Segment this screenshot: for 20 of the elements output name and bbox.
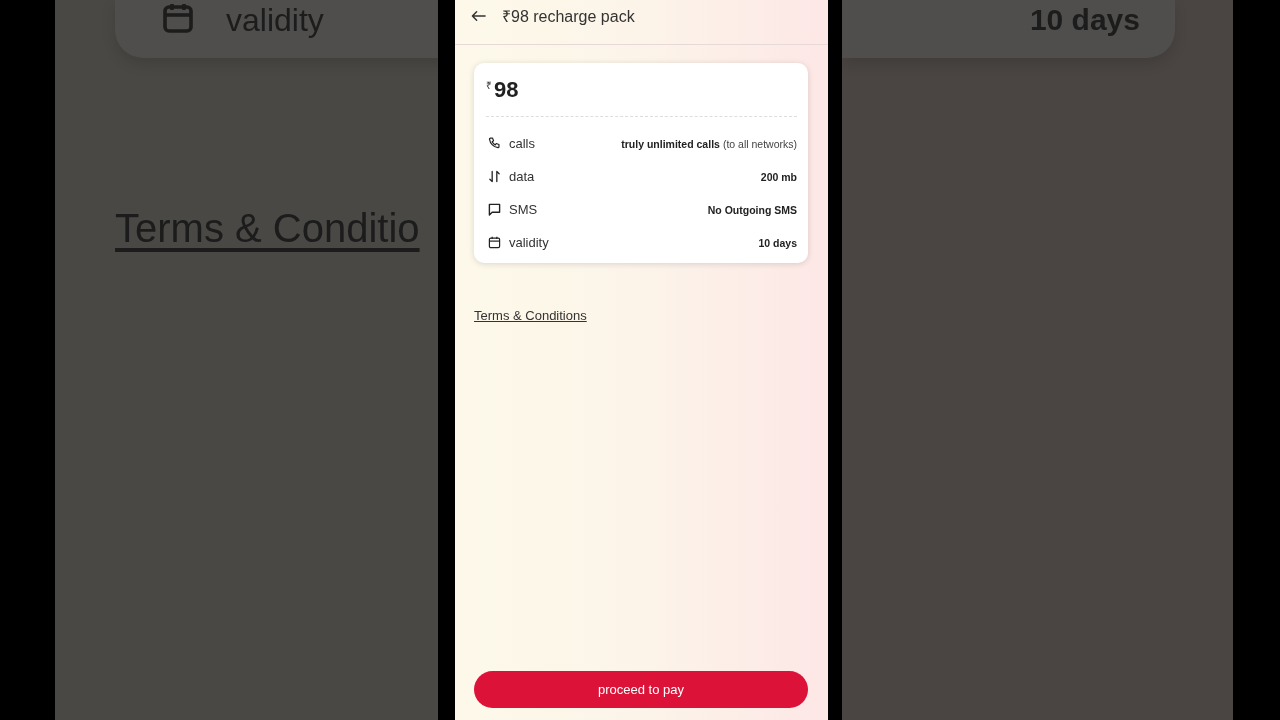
benefit-value: No Outgoing SMS [707, 203, 797, 216]
benefit-value: 200 mb [760, 170, 797, 183]
benefit-label: data [509, 169, 535, 184]
up-down-arrows-icon [488, 170, 501, 183]
calendar-icon [488, 236, 501, 249]
calendar-icon [162, 2, 194, 34]
benefit-value: truly unlimited calls [621, 137, 720, 150]
pack-price: 98 [494, 77, 519, 103]
terms-link[interactable]: Terms & Conditions [474, 308, 587, 323]
benefit-note: (to all networks) [722, 137, 797, 150]
benefit-label: SMS [509, 202, 538, 217]
benefit-value: 10 days [758, 236, 797, 249]
phone-icon [488, 137, 501, 150]
page-title: ₹98 recharge pack [502, 7, 635, 27]
benefit-label: calls [509, 136, 535, 151]
proceed-to-pay-button[interactable]: proceed to pay [474, 671, 808, 708]
currency-symbol: ₹ [486, 80, 492, 92]
back-arrow-icon[interactable] [471, 10, 486, 22]
benefit-label: validity [509, 235, 549, 250]
chat-bubble-icon [488, 203, 501, 216]
